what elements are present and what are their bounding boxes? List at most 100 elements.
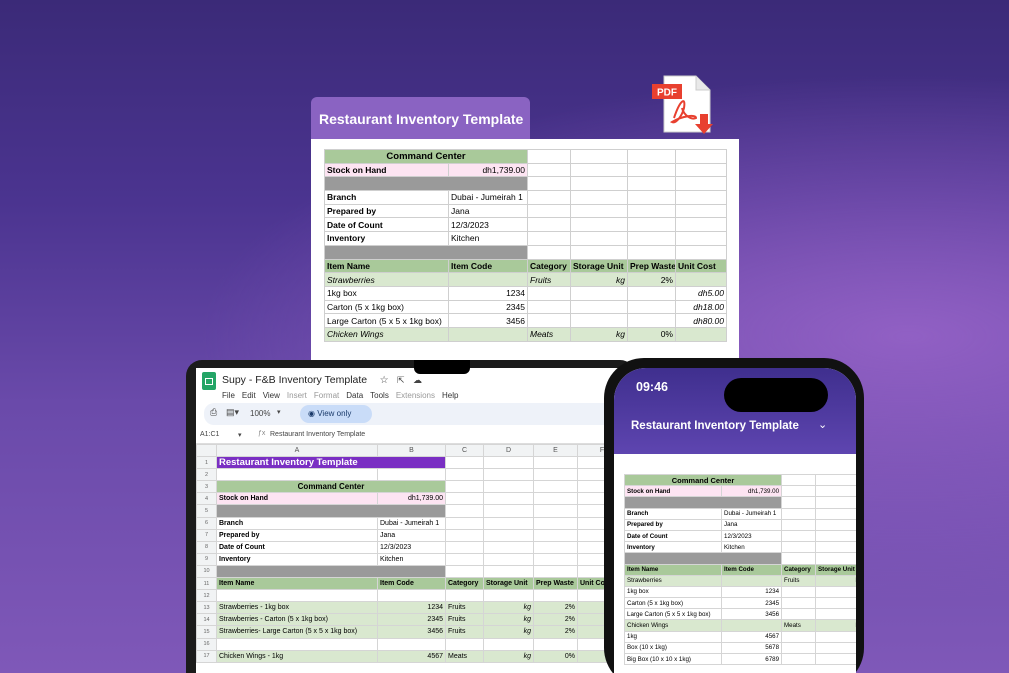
sheets-item-category[interactable]: Fruits [445, 613, 484, 627]
sheets-info-label[interactable]: Prepared by [216, 528, 378, 542]
sheets-item-waste[interactable]: 2% [533, 625, 578, 639]
sheets-item-name[interactable]: Strawberries - 1kg box [216, 601, 378, 615]
menu-item-format[interactable]: Format [314, 391, 339, 400]
doc-column-header: Item Name [324, 258, 449, 274]
row-number[interactable]: 8 [196, 540, 217, 554]
sheets-item-unit[interactable] [483, 637, 534, 651]
doc-item-code [448, 326, 528, 342]
sheets-info-value[interactable]: Kitchen [377, 552, 446, 566]
row-number[interactable]: 13 [196, 601, 217, 615]
formula-content[interactable]: Restaurant Inventory Template [270, 431, 365, 438]
sheets-item-category[interactable]: Meats [445, 649, 484, 663]
doc-item-name: 1kg box [324, 285, 449, 301]
column-header-d[interactable]: D [483, 443, 534, 458]
doc-item-cost: dh18.00 [675, 299, 727, 315]
sheets-item-code[interactable]: 1234 [377, 601, 446, 615]
doc-item-name: Carton (5 x 1kg box) [324, 299, 449, 315]
sheets-info-label[interactable]: Date of Count [216, 540, 378, 554]
phone-item-unit: kg [815, 574, 856, 587]
sheets-column-label[interactable]: Item Name [216, 577, 378, 591]
sheets-item-code[interactable] [377, 637, 446, 651]
sheets-info-value[interactable]: 12/3/2023 [377, 540, 446, 554]
sheets-item-category[interactable] [445, 637, 484, 651]
sheets-menubar: File Edit View Insert Format Data Tools Extensi… [222, 385, 465, 403]
sheets-info-value[interactable]: Jana [377, 528, 446, 542]
chevron-down-icon[interactable]: ⌄ [818, 418, 827, 431]
menu-item-help[interactable]: Help [442, 391, 458, 400]
doc-info-label: Date of Count [324, 217, 449, 233]
row-number[interactable]: 6 [196, 516, 217, 530]
zoom-chevron-down-icon[interactable]: ▾ [277, 408, 281, 416]
paint-format-icon[interactable]: ▤▾ [226, 407, 239, 418]
menu-item-insert[interactable]: Insert [287, 391, 307, 400]
doc-item-cost [675, 272, 727, 287]
name-box[interactable]: A1:C1 [200, 431, 219, 438]
view-only-button[interactable]: ◉ View only [300, 405, 372, 423]
doc-item-code: 3456 [448, 313, 528, 328]
sheets-item-unit[interactable]: kg [483, 601, 534, 615]
menu-item-data[interactable]: Data [346, 391, 363, 400]
doc-item-category [527, 299, 571, 315]
phone-info-value: Jana [720, 518, 783, 531]
sheets-info-label[interactable]: Inventory [216, 552, 378, 566]
sheets-item-name[interactable]: Chicken Wings - 1kg [216, 649, 378, 663]
sheets-item-code[interactable]: 2345 [377, 613, 446, 627]
sheets-column-label[interactable]: Item Code [377, 577, 446, 591]
column-header-e[interactable]: E [533, 443, 578, 458]
sheets-column-label[interactable]: Prep Waste [533, 577, 578, 591]
row-number[interactable]: 7 [196, 528, 217, 542]
menu-item-edit[interactable]: Edit [242, 391, 256, 400]
sheets-column-label[interactable]: Storage Unit [483, 577, 534, 591]
name-box-chevron-icon[interactable]: ▾ [238, 431, 242, 439]
phone-stock-label: Stock on Hand [624, 485, 722, 498]
sheets-info-value[interactable]: Dubai - Jumeirah 1 [377, 516, 446, 530]
sheets-item-waste[interactable]: 0% [533, 649, 578, 663]
row-number[interactable]: 16 [196, 637, 217, 651]
row-number[interactable]: 14 [196, 613, 217, 627]
pdf-download-icon[interactable]: PDF [652, 72, 718, 140]
sheets-item-name[interactable] [216, 637, 378, 651]
sheets-column-label[interactable]: Category [445, 577, 484, 591]
zoom-select[interactable]: 100% [250, 409, 270, 418]
sheets-item-code[interactable]: 3456 [377, 625, 446, 639]
print-icon[interactable]: ⎙ [210, 407, 217, 418]
phone-title[interactable]: Restaurant Inventory Template [631, 420, 799, 432]
sheets-item-unit[interactable]: kg [483, 649, 534, 663]
sheets-item-unit[interactable]: kg [483, 625, 534, 639]
sheets-banner[interactable]: Restaurant Inventory Template [216, 456, 446, 470]
sheets-item-code[interactable]: 4567 [377, 649, 446, 663]
sheets-item-unit[interactable]: kg [483, 613, 534, 627]
sheets-stock-label[interactable]: Stock on Hand [216, 492, 378, 506]
menu-item-extensions[interactable]: Extensions [396, 391, 435, 400]
doc-info-value: Kitchen [448, 231, 528, 246]
column-header-c[interactable]: C [445, 443, 484, 458]
row-number[interactable]: 15 [196, 625, 217, 639]
sheets-item-name[interactable]: Strawberries- Large Carton (5 x 5 x 1kg … [216, 625, 378, 639]
sheets-info-label[interactable]: Branch [216, 516, 378, 530]
phone-item-category [781, 585, 817, 599]
sheets-item-category[interactable]: Fruits [445, 625, 484, 639]
phone-item-code: 3456 [720, 608, 783, 621]
sheets-command-center[interactable]: Command Center [216, 480, 446, 494]
sheets-item-name[interactable]: Strawberries - Carton (5 x 1kg box) [216, 613, 378, 627]
doc-column-header: Category [527, 258, 571, 274]
row-number[interactable]: 17 [196, 649, 217, 663]
row-number[interactable]: 9 [196, 552, 217, 566]
phone-grid[interactable]: Command Center Stock on Hand dh1,739.00 B… [623, 473, 856, 666]
move-icon[interactable]: ⇱ [397, 375, 405, 385]
sheets-item-waste[interactable]: 2% [533, 613, 578, 627]
phone-command-center: Command Center [623, 473, 783, 487]
column-header-b[interactable]: B [377, 443, 446, 458]
sheets-stock-value[interactable]: dh1,739.00 [377, 492, 446, 506]
sheets-item-waste[interactable]: 2% [533, 601, 578, 615]
sheets-item-waste[interactable] [533, 637, 578, 651]
menu-item-view[interactable]: View [263, 391, 280, 400]
menu-item-tools[interactable]: Tools [370, 391, 389, 400]
sheets-item-category[interactable]: Fruits [445, 601, 484, 615]
column-header-a[interactable]: A [216, 443, 378, 458]
phone-info-value: Kitchen [720, 541, 783, 554]
doc-info-label: Branch [324, 190, 449, 205]
laptop-camera-notch [414, 360, 470, 374]
menu-item-file[interactable]: File [222, 391, 235, 400]
sheets-grid[interactable]: ABCDEF 1 Restaurant Inventory Template 2 … [196, 443, 626, 663]
